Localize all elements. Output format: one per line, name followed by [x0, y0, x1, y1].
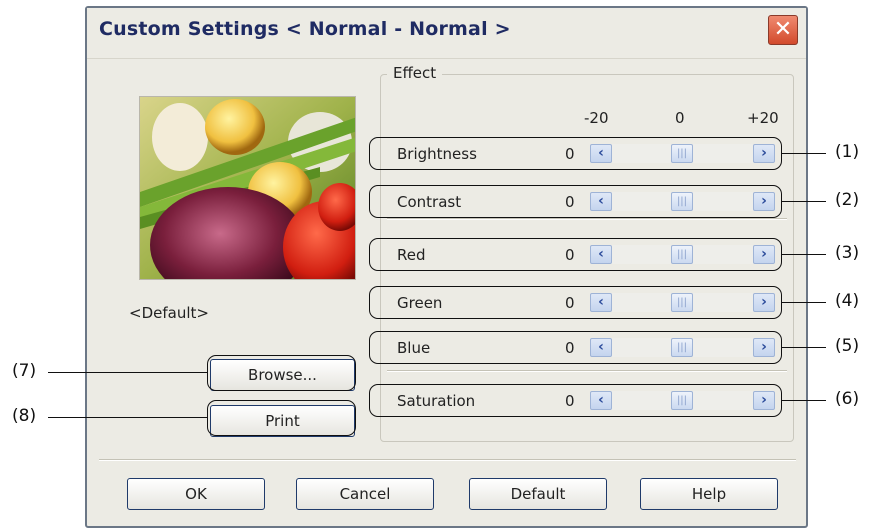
callout-number-contrast: (2) — [835, 190, 860, 210]
callout-leader-contrast — [782, 201, 826, 202]
scale-mid-label: 0 — [675, 109, 685, 127]
callout-number-green: (4) — [835, 291, 860, 311]
separator-1 — [387, 218, 787, 220]
callout-leader-blue — [782, 347, 826, 348]
separator-2 — [387, 370, 787, 372]
close-button[interactable]: ✕ — [768, 15, 798, 45]
callout-8-label: (8) — [12, 406, 37, 426]
bottom-separator — [99, 459, 796, 461]
cancel-button[interactable]: Cancel — [296, 478, 434, 510]
callout-8-frame — [207, 400, 356, 436]
help-button[interactable]: Help — [640, 478, 778, 510]
callout-frame-contrast — [369, 185, 782, 218]
default-button[interactable]: Default — [469, 478, 607, 510]
vegetables-photo — [140, 97, 355, 279]
callout-number-blue: (5) — [835, 336, 860, 356]
preview-caption: <Default> — [129, 304, 209, 322]
callout-frame-saturation — [369, 384, 782, 417]
callout-7-frame — [207, 355, 356, 391]
callout-number-brightness: (1) — [835, 142, 860, 162]
callout-leader-green — [782, 302, 826, 303]
scale-max-label: +20 — [747, 109, 779, 127]
scale-min-label: -20 — [584, 109, 609, 127]
effect-group-title: Effect — [387, 64, 443, 82]
ok-label: OK — [185, 485, 207, 503]
callout-7-leader — [48, 372, 208, 373]
callout-frame-brightness — [369, 137, 782, 170]
preview-image — [139, 96, 356, 280]
ok-button[interactable]: OK — [127, 478, 265, 510]
default-label: Default — [510, 485, 566, 503]
callout-8-leader — [48, 417, 208, 418]
close-icon: ✕ — [773, 17, 793, 42]
callout-number-red: (3) — [835, 243, 860, 263]
callout-leader-brightness — [782, 153, 826, 154]
callout-7-label: (7) — [12, 361, 37, 381]
callout-frame-red — [369, 238, 782, 271]
cancel-label: Cancel — [339, 485, 391, 503]
callout-leader-saturation — [782, 400, 826, 401]
title-bar: Custom Settings < Normal - Normal > ✕ — [87, 8, 806, 59]
help-label: Help — [691, 485, 727, 503]
callout-frame-blue — [369, 331, 782, 364]
callout-number-saturation: (6) — [835, 389, 860, 409]
callout-frame-green — [369, 286, 782, 319]
dialog-title: Custom Settings < Normal - Normal > — [99, 18, 511, 40]
callout-leader-red — [782, 254, 826, 255]
